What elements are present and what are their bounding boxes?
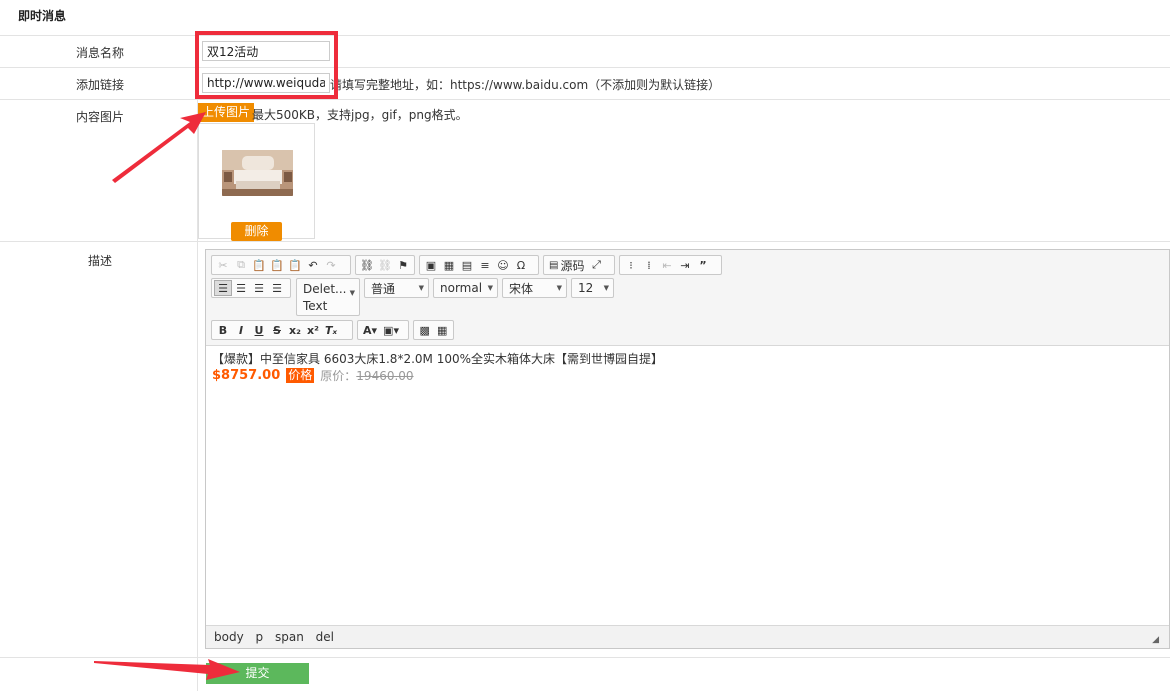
align-left-icon[interactable]: ☰ bbox=[214, 280, 232, 296]
unlink-icon[interactable]: ⛓ bbox=[376, 257, 394, 273]
color-group: A▾ ▣▾ bbox=[357, 320, 409, 340]
paste-text-icon[interactable]: 📋 bbox=[268, 257, 286, 273]
upload-hint: 最大500KB，支持jpg，gif，png格式。 bbox=[252, 108, 468, 122]
underline-icon[interactable]: U bbox=[250, 322, 268, 338]
original-price-prefix: 原价： bbox=[320, 369, 357, 383]
chevron-down-icon: ▼ bbox=[487, 284, 493, 292]
font-weight-value: normal bbox=[440, 281, 483, 295]
divider bbox=[0, 35, 1170, 36]
bed-thumbnail-image bbox=[222, 150, 293, 196]
link-label: 添加链接 bbox=[75, 78, 124, 92]
bullet-list-icon[interactable]: ⁞ bbox=[640, 257, 658, 273]
qrcode-icon[interactable]: ▦ bbox=[434, 322, 452, 338]
special-char-icon[interactable]: Ω bbox=[512, 257, 530, 273]
superscript-icon[interactable]: x² bbox=[304, 322, 322, 338]
strikethrough-icon[interactable]: S bbox=[268, 322, 286, 338]
font-family-value: 宋体 bbox=[509, 281, 534, 296]
font-weight-combo[interactable]: normal ▼ bbox=[433, 278, 498, 298]
maximize-icon[interactable]: ⤢ bbox=[587, 257, 605, 273]
editor-toolbar: ✂ ⧉ 📋 📋 📋 ↶ ↷ ⛓ ⛓ ⚑ ▣ ▦ ▤ ≡ ☺ Ω ▤ 源码 ⤢ ⁝ … bbox=[206, 250, 1169, 346]
link-icon[interactable]: ⛓ bbox=[358, 257, 376, 273]
path-span[interactable]: span bbox=[275, 630, 304, 644]
styles-combo-line2: Text bbox=[303, 299, 328, 313]
image-manager-icon[interactable]: ▩ bbox=[416, 322, 434, 338]
align-justify-icon[interactable]: ☰ bbox=[268, 280, 286, 296]
chevron-down-icon: ▼ bbox=[349, 289, 355, 297]
chevron-down-icon: ▼ bbox=[603, 284, 609, 292]
annotation-arrow-submit bbox=[94, 659, 240, 680]
rich-text-editor: ✂ ⧉ 📋 📋 📋 ↶ ↷ ⛓ ⛓ ⚑ ▣ ▦ ▤ ≡ ☺ Ω ▤ 源码 ⤢ ⁝ … bbox=[205, 249, 1170, 649]
paste-word-icon[interactable]: 📋 bbox=[286, 257, 304, 273]
paragraph-format-combo[interactable]: 普通 ▼ bbox=[364, 278, 429, 298]
source-icon: ▤ bbox=[549, 259, 559, 271]
styles-combo[interactable]: Delet... Text ▼ bbox=[296, 278, 360, 316]
original-price-value: 19460.00 bbox=[356, 369, 414, 383]
align-group: ☰ ☰ ☰ ☰ bbox=[211, 278, 291, 298]
anchor-flag-icon[interactable]: ⚑ bbox=[394, 257, 412, 273]
font-size-value: 12 bbox=[578, 281, 594, 295]
extra-group: ▩ ▦ bbox=[413, 320, 454, 340]
indent-icon[interactable]: ⇥ bbox=[676, 257, 694, 273]
text-color-icon[interactable]: A▾ bbox=[360, 322, 380, 338]
link-group: ⛓ ⛓ ⚑ bbox=[355, 255, 415, 275]
horizontal-rule-icon[interactable]: ≡ bbox=[476, 257, 494, 273]
image-icon[interactable]: ▣ bbox=[422, 257, 440, 273]
clipboard-group: ✂ ⧉ 📋 📋 📋 ↶ ↷ bbox=[211, 255, 351, 275]
editor-content-area[interactable]: 【爆款】中至信家具 6603大床1.8*2.0M 100%全实木箱体大床【需到世… bbox=[206, 347, 1169, 625]
sale-price: $8757.00 bbox=[212, 368, 281, 383]
description-label: 描述 bbox=[87, 254, 112, 268]
path-del[interactable]: del bbox=[316, 630, 334, 644]
undo-icon[interactable]: ↶ bbox=[304, 257, 322, 273]
styles-combo-line1: Delet... bbox=[303, 282, 347, 296]
price-badge: 价格 bbox=[286, 368, 315, 383]
chevron-down-icon: ▼ bbox=[556, 284, 562, 292]
divider bbox=[0, 67, 1170, 68]
editor-status-bar: body p span del ◢ bbox=[206, 625, 1169, 648]
remove-format-icon[interactable]: Tₓ bbox=[322, 322, 340, 338]
product-title-text: 【爆款】中至信家具 6603大床1.8*2.0M 100%全实木箱体大床【需到世… bbox=[212, 352, 663, 366]
annotation-highlight-box bbox=[195, 31, 338, 99]
bold-icon[interactable]: B bbox=[214, 322, 232, 338]
paragraph-format-value: 普通 bbox=[371, 281, 396, 296]
paste-icon[interactable]: 📋 bbox=[250, 257, 268, 273]
subscript-icon[interactable]: x₂ bbox=[286, 322, 304, 338]
align-center-icon[interactable]: ☰ bbox=[232, 280, 250, 296]
insert-group: ▣ ▦ ▤ ≡ ☺ Ω bbox=[419, 255, 539, 275]
image-preview: 删除 bbox=[198, 123, 315, 241]
path-p[interactable]: p bbox=[256, 630, 264, 644]
price-line: $8757.00 价格 原价：19460.00 bbox=[212, 367, 1163, 384]
table-icon[interactable]: ▤ bbox=[458, 257, 476, 273]
font-family-combo[interactable]: 宋体 ▼ bbox=[502, 278, 567, 298]
cut-icon[interactable]: ✂ bbox=[214, 257, 232, 273]
source-button[interactable]: ▤ 源码 bbox=[546, 257, 587, 273]
font-size-combo[interactable]: 12 ▼ bbox=[571, 278, 614, 298]
resize-handle-icon[interactable]: ◢ bbox=[1152, 635, 1159, 645]
divider bbox=[0, 99, 1170, 100]
path-body[interactable]: body bbox=[214, 630, 244, 644]
align-right-icon[interactable]: ☰ bbox=[250, 280, 268, 296]
copy-icon[interactable]: ⧉ bbox=[232, 257, 250, 273]
flash-icon[interactable]: ▦ bbox=[440, 257, 458, 273]
italic-icon[interactable]: I bbox=[232, 322, 250, 338]
redo-icon[interactable]: ↷ bbox=[322, 257, 340, 273]
annotation-arrow-upload bbox=[112, 112, 206, 183]
link-hint: 请填写完整地址，如：https://www.baidu.com（不添加则为默认链… bbox=[330, 78, 721, 92]
delete-image-button[interactable]: 删除 bbox=[231, 222, 282, 241]
text-style-group: B I U S x₂ x² Tₓ bbox=[211, 320, 353, 340]
chevron-down-icon: ▼ bbox=[418, 284, 424, 292]
divider bbox=[0, 241, 1170, 242]
blockquote-icon[interactable]: ” bbox=[694, 257, 712, 273]
original-price: 原价：19460.00 bbox=[320, 367, 413, 384]
numbered-list-icon[interactable]: ⁝ bbox=[622, 257, 640, 273]
source-label: 源码 bbox=[560, 258, 585, 273]
message-name-label: 消息名称 bbox=[75, 46, 124, 60]
background-color-icon[interactable]: ▣▾ bbox=[380, 322, 402, 338]
smiley-icon[interactable]: ☺ bbox=[494, 257, 512, 273]
source-group: ▤ 源码 ⤢ bbox=[543, 255, 615, 275]
list-group: ⁝ ⁞ ⇤ ⇥ ” bbox=[619, 255, 722, 275]
outdent-icon[interactable]: ⇤ bbox=[658, 257, 676, 273]
page-title: 即时消息 bbox=[18, 9, 67, 23]
